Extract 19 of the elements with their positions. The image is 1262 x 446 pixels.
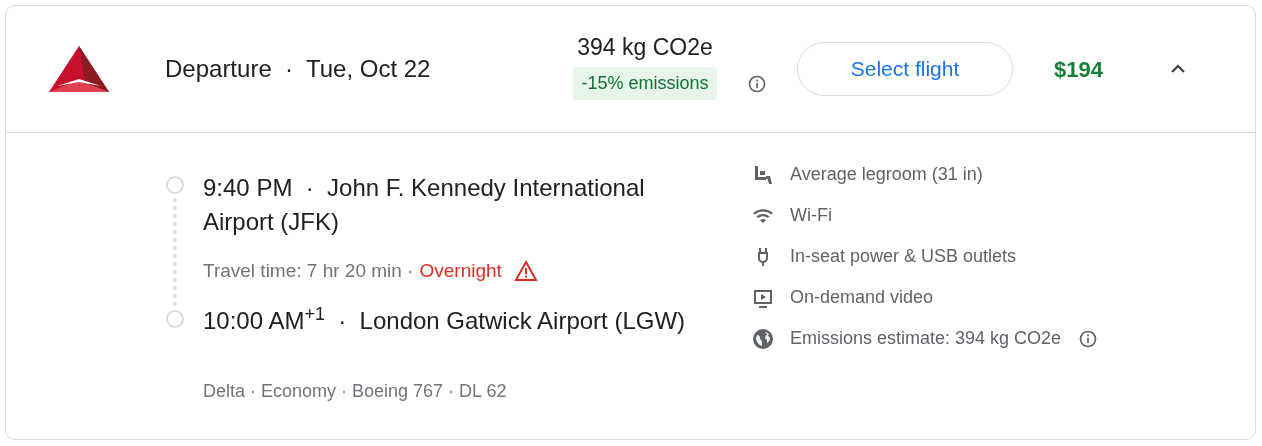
triangle-logo [49, 46, 109, 92]
warning-icon [513, 260, 538, 283]
amenity-text: Emissions estimate: 394 kg CO2e [790, 327, 1062, 350]
info-icon[interactable] [1078, 328, 1099, 349]
flight-details: Delta · Economy · Boeing 767 · DL 62 [203, 379, 508, 403]
amenity-text: On-demand video [790, 286, 934, 309]
emissions-badge: -15% emissions [573, 66, 717, 100]
arrival-info: 10:00 AM$^{+1}$ · London Gatwick Airport (LGW) [203, 303, 687, 336]
emissions-value: 394 kg CO2e [577, 33, 713, 63]
amenity-text: In-seat power & USB outlets [790, 245, 1017, 268]
travel-time: Travel time: 7 hr 20 min · [203, 259, 414, 283]
amenity-text: Wi-Fi [790, 204, 832, 227]
globe-icon [751, 326, 775, 351]
departure-info: 9:40 PM · John F. Kennedy International Airport (JFK) [203, 173, 646, 237]
price: $194 [1054, 55, 1103, 84]
flight-title: Departure · Tue, Oct 22 [165, 54, 431, 84]
amenity-text: Average legroom (31 in) [790, 163, 983, 186]
info-icon[interactable] [747, 74, 767, 94]
overnight-warning: Overnight [419, 259, 502, 283]
